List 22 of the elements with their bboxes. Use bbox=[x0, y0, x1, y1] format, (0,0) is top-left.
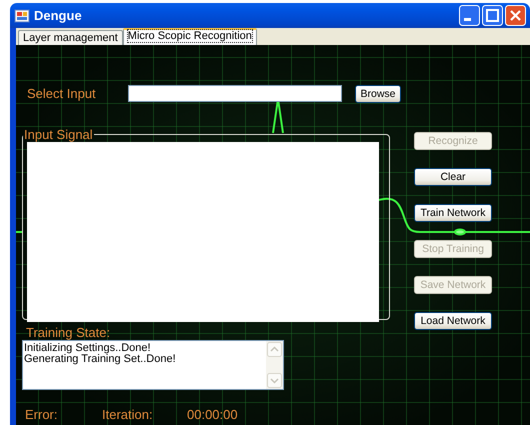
group-title: Input Signal bbox=[23, 127, 94, 142]
browse-button[interactable]: Browse bbox=[355, 85, 401, 103]
log-line: Initializing Settings..Done! bbox=[24, 343, 152, 354]
training-state-label: Training State: bbox=[26, 325, 112, 340]
app-icon bbox=[14, 8, 30, 24]
action-button[interactable]: Clear bbox=[414, 168, 492, 186]
heartbeat-line bbox=[16, 231, 22, 233]
tab[interactable]: Layer management bbox=[18, 30, 123, 45]
close-icon[interactable] bbox=[505, 5, 526, 26]
window-title: Dengue bbox=[34, 8, 83, 23]
maximize-icon[interactable] bbox=[482, 5, 503, 26]
elapsed-time: 00:00:00 bbox=[187, 407, 238, 422]
action-button[interactable]: Load Network bbox=[414, 312, 492, 330]
training-log-field[interactable]: Initializing Settings..Done! Generating Training Set..Done! bbox=[22, 340, 284, 390]
error-label: Error: bbox=[25, 407, 58, 422]
iteration-label: Iteration: bbox=[102, 407, 154, 422]
tab[interactable]: Micro Scopic Recognition bbox=[122, 28, 257, 45]
action-button[interactable]: Train Network bbox=[414, 204, 492, 222]
input-path-field[interactable] bbox=[128, 84, 342, 102]
minimize-icon[interactable] bbox=[459, 5, 480, 26]
select-input-label: Select Input bbox=[27, 86, 97, 100]
log-line: Generating Training Set..Done! bbox=[24, 354, 177, 365]
